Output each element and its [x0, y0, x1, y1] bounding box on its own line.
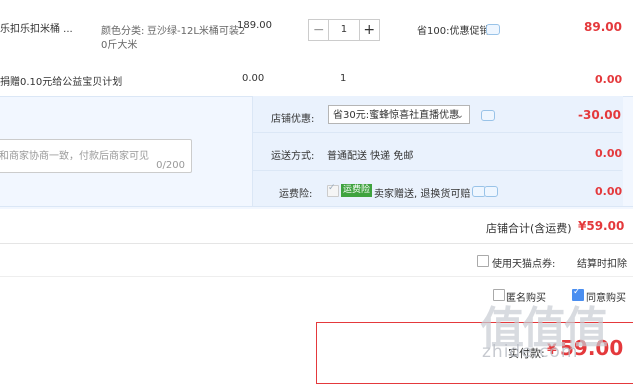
- shop-discount-select[interactable]: 省30元:蜜蜂惊喜社直播优惠 ⌄: [328, 105, 470, 124]
- item-title[interactable]: 乐扣乐扣米桶 ...: [0, 20, 73, 35]
- divider: [252, 132, 622, 133]
- coupon-label: 使用天猫点券:: [492, 259, 556, 270]
- shop-total-label: 店铺合计(含运费): [486, 222, 572, 235]
- insurance-amount: 0.00: [595, 185, 623, 198]
- chat-icon[interactable]: [484, 186, 498, 197]
- coupon-checkbox[interactable]: [477, 255, 489, 267]
- shop-discount-label: 店铺优惠:: [271, 114, 315, 125]
- charity-subtotal: 0.00: [595, 73, 623, 86]
- sku-label: 颜色分类:: [101, 26, 145, 37]
- insurance-value: 卖家赠送, 退换货可赔: [374, 189, 471, 200]
- watermark-text: zhide.com: [482, 342, 579, 362]
- qty-minus-button[interactable]: −: [309, 20, 328, 40]
- unit-price: 189.00: [237, 20, 272, 31]
- message-placeholder: 和商家协商一致，付款后商家可见: [0, 151, 149, 162]
- shop-discount-amount: -30.00: [578, 108, 621, 122]
- insurance-badge: 运费险: [341, 184, 373, 197]
- divider: [0, 243, 633, 244]
- chevron-down-icon: ⌄: [455, 110, 464, 121]
- divider: [0, 276, 633, 277]
- sku-value-cont: 0斤大米: [101, 40, 138, 51]
- shipping-label: 运送方式:: [271, 151, 315, 162]
- sku-value: 豆沙绿-12L米桶可装2: [147, 26, 246, 37]
- charity-qty: 1: [340, 73, 347, 84]
- message-textarea[interactable]: 和商家协商一致，付款后商家可见 0/200: [0, 139, 192, 173]
- coupon-deduct: 结算时扣除: [577, 259, 627, 270]
- message-counter: 0/200: [156, 160, 185, 171]
- qty-plus-button[interactable]: +: [360, 20, 379, 40]
- message-amount: 0.00: [595, 147, 623, 160]
- shop-discount-selected: 省30元:蜜蜂惊喜社直播优惠: [333, 110, 460, 121]
- chat-icon[interactable]: [481, 110, 495, 121]
- divider: [0, 206, 633, 207]
- promo-text: 省100:优惠促销: [417, 26, 490, 37]
- insurance-label: 运费险:: [279, 189, 313, 200]
- chat-icon[interactable]: [486, 24, 500, 35]
- qty-input[interactable]: 1: [328, 20, 360, 40]
- check-icon: ✓: [328, 183, 336, 193]
- item-subtotal: 89.00: [584, 20, 622, 34]
- charity-price: 0.00: [242, 73, 265, 84]
- charity-label: 捐赠0.10元给公益宝贝计划: [0, 77, 123, 88]
- quantity-stepper[interactable]: − 1 +: [308, 19, 380, 41]
- shipping-value: 普通配送 快递 免邮: [327, 151, 414, 162]
- shop-total-amount: ¥59.00: [578, 219, 625, 233]
- divider: [252, 170, 622, 171]
